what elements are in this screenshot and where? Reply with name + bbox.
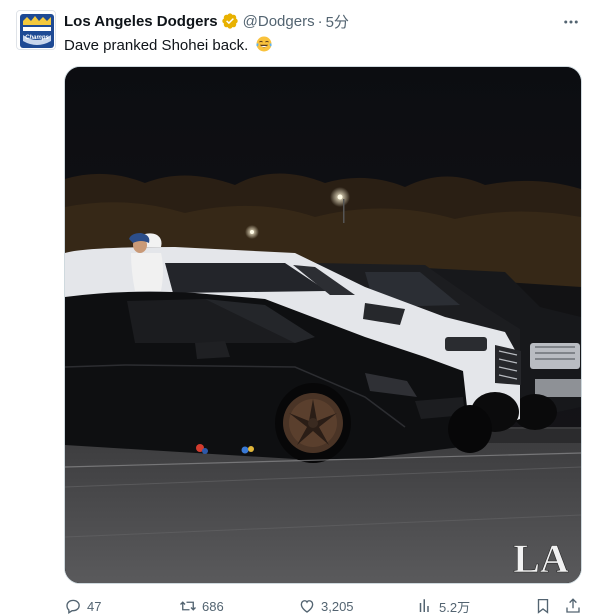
repost-button[interactable]: 686 [179,596,224,615]
repost-count: 686 [202,598,224,614]
analytics-icon [419,599,429,612]
view-count: 5.2万 [439,599,471,615]
author-name[interactable]: Los Angeles Dodgers [64,13,218,30]
repost-icon [180,601,196,611]
bookmark-icon [537,598,549,614]
tweet-card[interactable]: Champs Los Angeles Dodgers @Dodgers · 5分… [0,0,599,615]
more-horizontal-icon [564,20,578,24]
avatar[interactable]: Champs [16,10,56,50]
verified-badge-icon[interactable] [221,12,239,30]
reply-button[interactable]: 47 [64,596,101,615]
views-button[interactable]: 5.2万 [416,596,470,615]
reply-count: 47 [87,598,102,614]
like-button[interactable]: 3,205 [298,596,354,615]
post-time[interactable]: 5分 [326,11,349,32]
tweet-header: Los Angeles Dodgers @Dodgers · 5分 [64,11,349,31]
more-options-button[interactable] [561,12,581,32]
video-media[interactable]: LA [64,66,582,584]
la-watermark: LA [513,536,569,582]
la-watermark-text: LA [513,536,569,581]
parking-lot-video-frame: LA [65,67,581,583]
share-icon [566,598,580,613]
reply-icon [66,599,80,614]
tears-of-joy-emoji-icon [256,36,273,52]
share-button[interactable] [564,596,587,615]
action-bar: 47 686 3,205 5.2万 [64,596,584,615]
author-handle[interactable]: @Dodgers [243,13,315,30]
svg-text:Champs: Champs [25,35,49,41]
dodgers-logo-icon: Champs [17,11,55,49]
separator-dot: · [317,12,323,30]
tweet-text-content: Dave pranked Shohei back. [64,37,249,54]
heart-icon [300,600,314,613]
tweet-text: Dave pranked Shohei back. [64,35,273,54]
like-count: 3,205 [321,598,354,614]
bookmark-button[interactable] [534,596,557,615]
